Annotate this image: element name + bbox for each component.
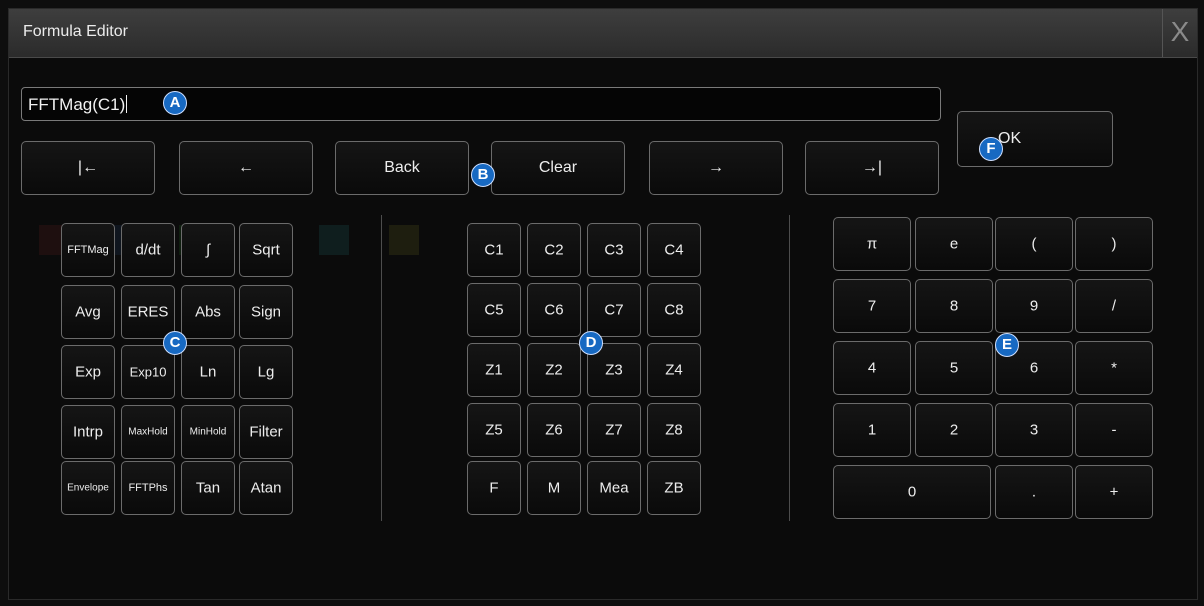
numpad-key-pi[interactable]: π (833, 217, 911, 271)
source-key-c4[interactable]: C4 (647, 223, 701, 277)
dialog-title: Formula Editor (23, 23, 128, 40)
numpad-key-plus[interactable]: + (1075, 465, 1153, 519)
title-bar: Formula Editor X (9, 9, 1197, 58)
formula-value: FFTMag(C1) (28, 95, 128, 114)
function-key-maxhold[interactable]: MaxHold (121, 405, 175, 459)
function-key-derivative[interactable]: d/dt (121, 223, 175, 277)
numpad-key-0[interactable]: 0 (833, 465, 991, 519)
function-key-exp[interactable]: Exp (61, 345, 115, 399)
source-key-m[interactable]: M (527, 461, 581, 515)
numpad-key-8[interactable]: 8 (915, 279, 993, 333)
function-key-atan[interactable]: Atan (239, 461, 293, 515)
source-key-z1[interactable]: Z1 (467, 343, 521, 397)
source-key-c1[interactable]: C1 (467, 223, 521, 277)
cursor-right-button[interactable]: → (649, 141, 783, 195)
numpad-key-minus[interactable]: - (1075, 403, 1153, 457)
source-key-z2[interactable]: Z2 (527, 343, 581, 397)
function-key-intrp[interactable]: Intrp (61, 405, 115, 459)
divider (381, 215, 382, 521)
function-key-lg[interactable]: Lg (239, 345, 293, 399)
callout-marker-c: C (163, 331, 187, 355)
numpad-key-divide[interactable]: / (1075, 279, 1153, 333)
source-key-z8[interactable]: Z8 (647, 403, 701, 457)
function-key-sign[interactable]: Sign (239, 285, 293, 339)
function-key-fftphs[interactable]: FFTPhs (121, 461, 175, 515)
callout-marker-d: D (579, 331, 603, 355)
callout-marker-f: F (979, 137, 1003, 161)
function-key-sqrt[interactable]: Sqrt (239, 223, 293, 277)
cursor-end-button[interactable]: →| (805, 141, 939, 195)
source-key-f[interactable]: F (467, 461, 521, 515)
function-key-filter[interactable]: Filter (239, 405, 293, 459)
source-key-z5[interactable]: Z5 (467, 403, 521, 457)
numpad-key-e[interactable]: e (915, 217, 993, 271)
source-key-c8[interactable]: C8 (647, 283, 701, 337)
close-button[interactable]: X (1162, 9, 1197, 57)
source-key-mea[interactable]: Mea (587, 461, 641, 515)
divider (789, 215, 790, 521)
numpad-key-open-paren[interactable]: ( (995, 217, 1073, 271)
source-key-c3[interactable]: C3 (587, 223, 641, 277)
back-button[interactable]: Back (335, 141, 469, 195)
text-caret (126, 95, 128, 113)
source-key-c6[interactable]: C6 (527, 283, 581, 337)
numpad-key-9[interactable]: 9 (995, 279, 1073, 333)
function-key-avg[interactable]: Avg (61, 285, 115, 339)
cursor-left-button[interactable]: ← (179, 141, 313, 195)
source-key-c2[interactable]: C2 (527, 223, 581, 277)
function-key-exp10[interactable]: Exp10 (121, 345, 175, 399)
source-key-z7[interactable]: Z7 (587, 403, 641, 457)
numpad-key-3[interactable]: 3 (995, 403, 1073, 457)
callout-marker-a: A (163, 91, 187, 115)
function-key-envelope[interactable]: Envelope (61, 461, 115, 515)
numpad-key-decimal[interactable]: . (995, 465, 1073, 519)
function-key-ln[interactable]: Ln (181, 345, 235, 399)
numpad-key-1[interactable]: 1 (833, 403, 911, 457)
source-key-zb[interactable]: ZB (647, 461, 701, 515)
cursor-home-button[interactable]: |← (21, 141, 155, 195)
numpad-key-7[interactable]: 7 (833, 279, 911, 333)
numpad-key-close-paren[interactable]: ) (1075, 217, 1153, 271)
callout-marker-b: B (471, 163, 495, 187)
function-key-abs[interactable]: Abs (181, 285, 235, 339)
numpad-key-2[interactable]: 2 (915, 403, 993, 457)
numpad-key-4[interactable]: 4 (833, 341, 911, 395)
source-key-c7[interactable]: C7 (587, 283, 641, 337)
source-key-c5[interactable]: C5 (467, 283, 521, 337)
function-key-eres[interactable]: ERES (121, 285, 175, 339)
source-key-z6[interactable]: Z6 (527, 403, 581, 457)
function-key-tan[interactable]: Tan (181, 461, 235, 515)
function-key-integral[interactable]: ∫ (181, 223, 235, 277)
formula-input[interactable]: FFTMag(C1) (21, 87, 941, 121)
numpad-key-5[interactable]: 5 (915, 341, 993, 395)
formula-editor-dialog: Formula Editor X FFTMag(C1) |← ← Back Cl… (8, 8, 1198, 600)
source-key-z4[interactable]: Z4 (647, 343, 701, 397)
function-key-fftmag[interactable]: FFTMag (61, 223, 115, 277)
callout-marker-e: E (995, 333, 1019, 357)
ok-button[interactable]: OK (957, 111, 1113, 167)
clear-button[interactable]: Clear (491, 141, 625, 195)
numpad-key-multiply[interactable]: * (1075, 341, 1153, 395)
function-key-minhold[interactable]: MinHold (181, 405, 235, 459)
